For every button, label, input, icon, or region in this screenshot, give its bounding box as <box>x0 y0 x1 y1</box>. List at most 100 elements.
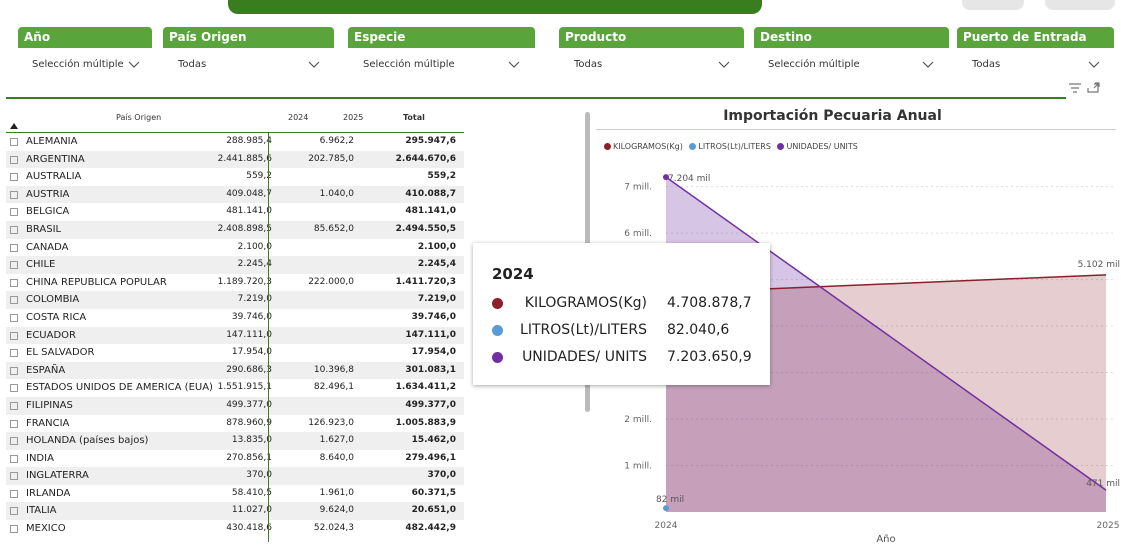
table-row[interactable]: FILIPINAS 499.377,0 499.377,0 <box>6 396 464 415</box>
cell-country: CANADA <box>26 241 69 253</box>
expand-icon[interactable] <box>10 437 18 446</box>
table-row[interactable]: INGLATERRA 370,0 370,0 <box>6 467 464 485</box>
cell-total: 147.111,0 <box>405 329 456 340</box>
cell-2025: 1.961,0 <box>319 487 354 498</box>
cell-total: 39.746,0 <box>411 311 456 322</box>
cell-2024: 13.835,0 <box>231 435 272 446</box>
header-total[interactable]: Total <box>403 113 425 122</box>
chevron-down-icon <box>922 61 934 68</box>
table-row[interactable]: FRANCIA 878.960,9 126.923,0 1.005.883,9 <box>6 415 464 433</box>
table-row[interactable]: INDIA 270.856,1 8.640,0 279.496,1 <box>6 450 464 468</box>
cell-country: COSTA RICA <box>26 311 87 323</box>
y-tick-label: 7 mill. <box>624 183 652 193</box>
cell-2024: 270.856,1 <box>226 452 272 463</box>
expand-icon[interactable] <box>10 331 18 340</box>
expand-icon[interactable] <box>10 349 18 358</box>
table-row[interactable]: CHINA REPUBLICA POPULAR 1.189.720,3 222.00… <box>6 274 464 292</box>
legend-dot <box>689 143 697 150</box>
cell-2025: 85.652,0 <box>313 223 354 234</box>
sort-arrow-icon[interactable] <box>10 123 18 129</box>
table-row[interactable]: EL SALVADOR 17.954,0 17.954,0 <box>6 344 464 362</box>
cell-country: FRANCIA <box>26 417 70 429</box>
table-row[interactable]: AUSTRALIA 559,2 559,2 <box>6 168 464 186</box>
table-row[interactable]: MEXICO 430.418,6 52.024,3 482.442,9 <box>6 520 464 538</box>
header-2025[interactable]: 2025 <box>343 113 363 122</box>
cell-2024: 2.245,4 <box>237 259 272 270</box>
expand-icon[interactable] <box>10 225 18 234</box>
cell-2024: 147.111,0 <box>226 329 272 340</box>
expand-icon[interactable] <box>10 296 18 305</box>
table-row[interactable]: ESPAÑA 290.686,3 10.396,8 301.083,1 <box>6 361 464 380</box>
table-row[interactable]: BELGICA 481.141,0 481.141,0 <box>6 203 464 221</box>
table-row[interactable]: ALEMANIA 288.985,4 6.962,2 295.947,6 <box>6 133 464 151</box>
tooltip-dot <box>492 352 503 363</box>
cell-total: 1.411.720,3 <box>395 276 456 287</box>
expand-icon[interactable] <box>10 278 18 287</box>
chevron-down-icon <box>508 61 520 68</box>
y-tick-label: 1 mill. <box>624 462 652 472</box>
expand-icon[interactable] <box>10 261 18 270</box>
year-dropdown[interactable]: Selección múltiple <box>24 53 146 77</box>
cell-total: 1.634.411,2 <box>395 382 456 393</box>
expand-icon[interactable] <box>10 366 18 375</box>
expand-icon[interactable] <box>10 138 18 146</box>
cell-2024: 2.100,0 <box>237 241 272 252</box>
table-row[interactable]: ARGENTINA 2.441.885,6 202.785,0 2.644.670,6 <box>6 150 464 169</box>
port-dropdown[interactable]: Todas <box>964 53 1108 77</box>
cell-country: HOLANDA (países bajos) <box>26 435 149 447</box>
species-dropdown[interactable]: Selección múltiple <box>355 53 528 77</box>
x-axis-label: Año <box>876 534 895 545</box>
expand-icon[interactable] <box>10 472 18 481</box>
header-2024[interactable]: 2024 <box>288 113 308 122</box>
expand-icon[interactable] <box>10 454 18 463</box>
top-button-2[interactable] <box>1045 0 1115 10</box>
expand-icon[interactable] <box>10 243 18 252</box>
filter-port-header: Puerto de Entrada <box>957 27 1114 48</box>
top-button-1[interactable] <box>962 0 1024 10</box>
table-header: País Origen 2024 2025 Total <box>6 108 464 133</box>
cell-total: 301.083,1 <box>405 364 456 375</box>
tooltip-dot <box>492 298 503 309</box>
product-dropdown[interactable]: Todas <box>566 53 738 77</box>
table-row[interactable]: HOLANDA (países bajos) 13.835,0 1.627,0 15.… <box>6 432 464 450</box>
cell-2024: 58.410,5 <box>231 487 272 498</box>
table-row[interactable]: COLOMBIA 7.219,0 7.219,0 <box>6 291 464 309</box>
expand-icon[interactable] <box>10 507 18 516</box>
table-row[interactable]: AUSTRIA 409.048,7 1.040,0 410.088,7 <box>6 185 464 204</box>
focus-mode-icon[interactable] <box>1086 82 1101 94</box>
expand-icon[interactable] <box>10 155 18 164</box>
cell-2025: 10.396,8 <box>313 364 354 375</box>
data-label-units-2024: 7.204 mil <box>668 174 710 184</box>
expand-icon[interactable] <box>10 401 18 410</box>
table-row[interactable]: COSTA RICA 39.746,0 39.746,0 <box>6 309 464 327</box>
cell-total: 2.245,4 <box>417 259 456 270</box>
table-row[interactable]: CANADA 2.100,0 2.100,0 <box>6 239 464 257</box>
tooltip-row-units: UNIDADES/ UNITS 7.203.650,9 <box>492 347 757 367</box>
table-row[interactable]: CHILE 2.245,4 2.245,4 <box>6 256 464 274</box>
expand-icon[interactable] <box>10 208 18 217</box>
destination-dropdown[interactable]: Selección múltiple <box>760 53 942 77</box>
table-row[interactable]: ESTADOS UNIDOS DE AMERICA (EUA) 1.551.915… <box>6 379 464 397</box>
table-row[interactable]: BRASIL 2.408.898,5 85.652,0 2.494.550,5 <box>6 220 464 239</box>
cell-total: 2.100,0 <box>417 241 456 252</box>
expand-icon[interactable] <box>10 190 18 199</box>
expand-icon[interactable] <box>10 419 18 428</box>
expand-icon[interactable] <box>10 173 18 182</box>
filter-icon[interactable] <box>1068 82 1082 94</box>
cell-total: 482.442,9 <box>405 523 456 534</box>
cell-country: INDIA <box>26 452 54 464</box>
expand-icon[interactable] <box>10 489 18 498</box>
expand-icon[interactable] <box>10 525 18 534</box>
table-row[interactable]: ITALIA 11.027,0 9.624,0 20.651,0 <box>6 502 464 521</box>
tooltip-value: 4.708.878,7 <box>667 295 752 311</box>
data-label-liters-2024: 82 mil <box>656 495 684 505</box>
expand-icon[interactable] <box>10 384 18 393</box>
table-row[interactable]: IRLANDA 58.410,5 1.961,0 60.371,5 <box>6 485 464 503</box>
table-row[interactable]: ECUADOR 147.111,0 147.111,0 <box>6 326 464 345</box>
tooltip-value: 82.040,6 <box>667 322 730 338</box>
country-dropdown[interactable]: Todas <box>170 53 328 77</box>
header-country[interactable]: País Origen <box>116 113 161 122</box>
cell-2025: 1.040,0 <box>319 188 354 199</box>
cell-country: FILIPINAS <box>26 399 73 411</box>
expand-icon[interactable] <box>10 313 18 322</box>
